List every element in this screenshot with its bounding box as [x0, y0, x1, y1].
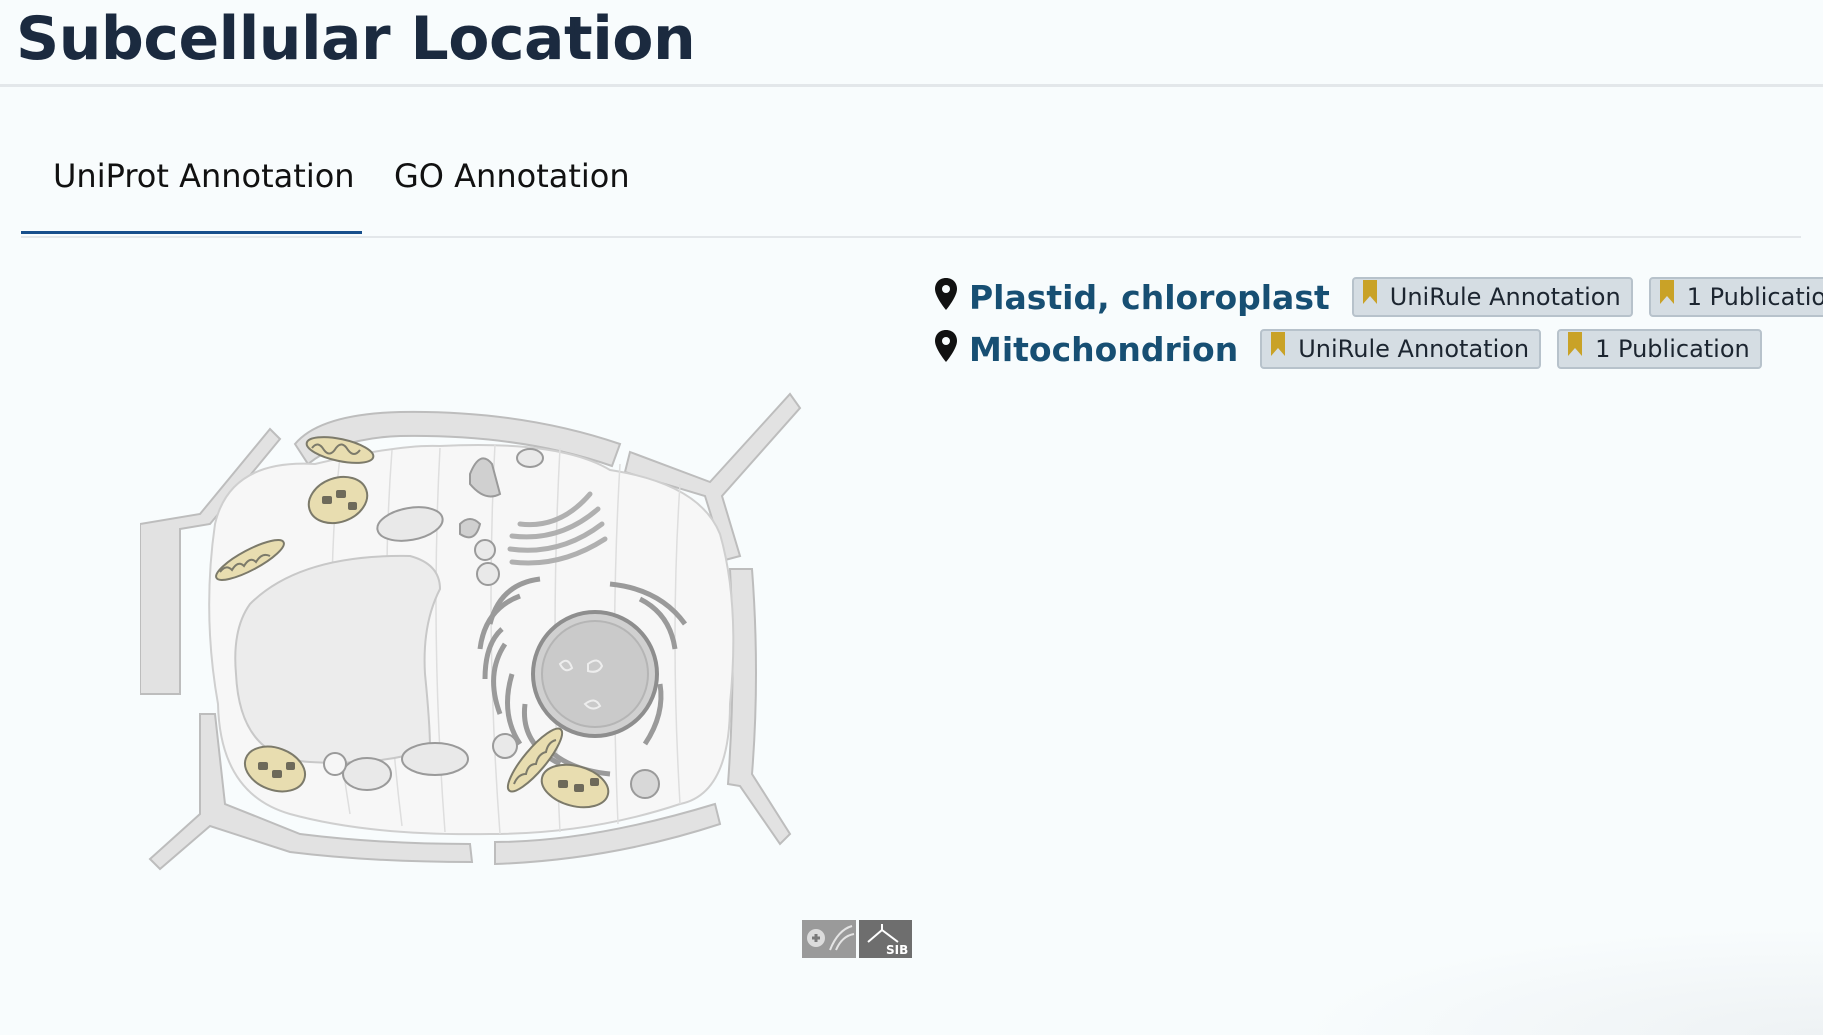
svg-text:SIB: SIB [886, 943, 908, 957]
location-link-chloroplast[interactable]: Plastid, chloroplast [969, 278, 1330, 317]
badge-label: 1 Publication [1686, 283, 1823, 311]
location-row-mitochondrion: Mitochondrion UniRule Annotation 1 Publi… [933, 328, 1778, 370]
footer-logos[interactable]: SIB [802, 920, 912, 960]
tab-uniprot-annotation[interactable]: UniProt Annotation [21, 140, 362, 234]
bookmark-icon [1568, 332, 1583, 356]
sib-logo[interactable]: SIB [859, 920, 912, 958]
page-title: Subcellular Location [16, 4, 696, 74]
badge-label: 1 Publication [1595, 335, 1750, 363]
bookmark-icon [1271, 332, 1286, 356]
evidence-badge-publication[interactable]: 1 Publication [1648, 277, 1823, 317]
badge-label: UniRule Annotation [1298, 335, 1530, 363]
badge-label: UniRule Annotation [1389, 283, 1621, 311]
info-marker[interactable]: i [569, 16, 577, 41]
map-pin-icon [935, 330, 957, 362]
map-pin-icon [935, 278, 957, 310]
swissbiopics-logo[interactable] [802, 920, 856, 958]
background-shade [1283, 925, 1823, 1035]
bookmark-icon [1659, 280, 1674, 304]
section-header: Subcellular Location i [0, 0, 1823, 87]
location-row-chloroplast: Plastid, chloroplast UniRule Annotation … [933, 276, 1823, 318]
tab-go-annotation[interactable]: GO Annotation [394, 140, 630, 234]
plant-cell-diagram [140, 392, 802, 871]
location-link-mitochondrion[interactable]: Mitochondrion [969, 330, 1238, 369]
evidence-badge-publication[interactable]: 1 Publication [1557, 329, 1762, 369]
annotation-tabs: UniProt Annotation GO Annotation [21, 140, 1801, 238]
evidence-badge-unirule[interactable]: UniRule Annotation [1260, 329, 1542, 369]
evidence-badge-unirule[interactable]: UniRule Annotation [1351, 277, 1633, 317]
bookmark-icon [1362, 280, 1377, 304]
